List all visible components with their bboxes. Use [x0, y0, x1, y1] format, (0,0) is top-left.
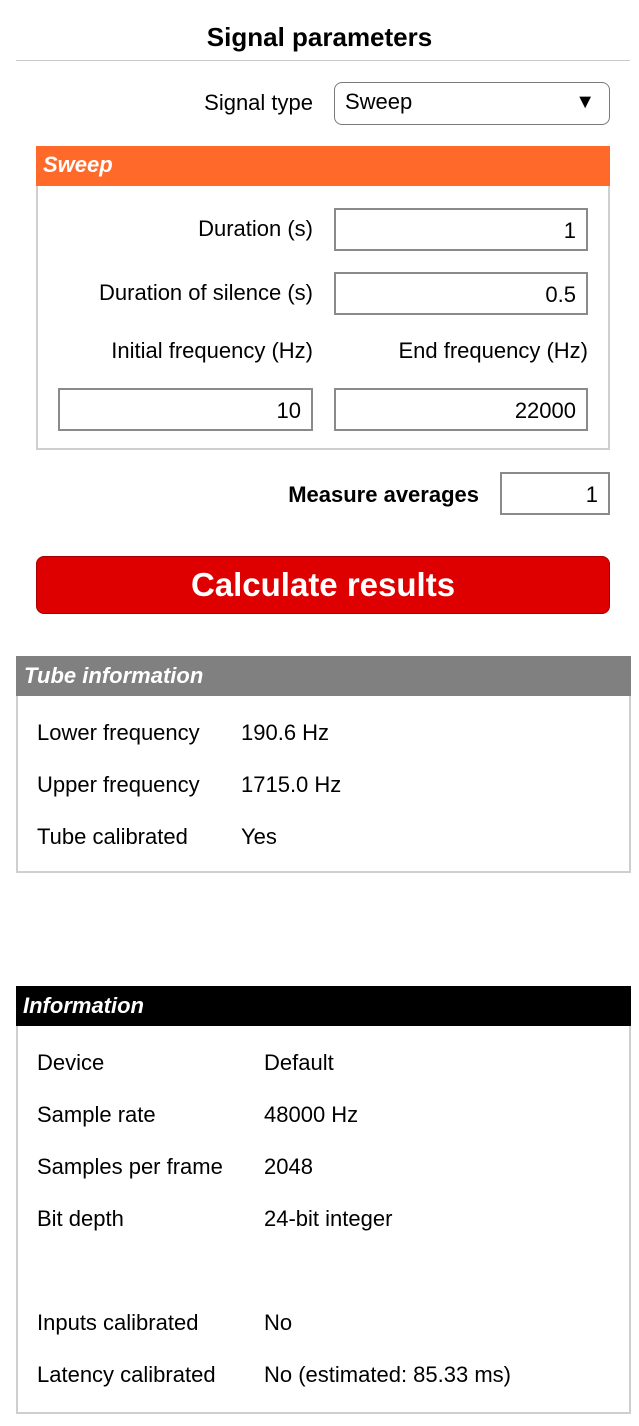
- signal-type-select[interactable]: Sweep ▼: [334, 82, 610, 125]
- info-sample-rate-label: Sample rate: [37, 1102, 156, 1127]
- silence-label: Duration of silence (s): [99, 280, 313, 305]
- duration-label: Duration (s): [198, 216, 313, 241]
- info-device-value: Default: [264, 1050, 334, 1075]
- info-bit-depth-value: 24-bit integer: [264, 1206, 393, 1231]
- page-title: Signal parameters: [206, 22, 433, 52]
- initial-frequency-input[interactable]: 10: [58, 388, 313, 431]
- info-inputs-calibrated-label: Inputs calibrated: [37, 1310, 199, 1335]
- info-samples-per-frame-label: Samples per frame: [37, 1154, 223, 1179]
- info-bit-depth-label: Bit depth: [37, 1206, 124, 1231]
- info-latency-calibrated-value: No (estimated: 85.33 ms): [264, 1362, 511, 1387]
- dropdown-arrow-icon: ▼: [575, 91, 595, 113]
- measure-averages-input[interactable]: 1: [500, 472, 610, 515]
- tube-lower-frequency-label: Lower frequency: [37, 720, 200, 745]
- info-samples-per-frame-value: 2048: [264, 1154, 313, 1179]
- tube-lower-frequency-value: 190.6 Hz: [241, 720, 330, 745]
- signal-type-value: Sweep: [345, 89, 413, 114]
- sweep-panel-header: Sweep: [36, 146, 610, 186]
- calculate-results-button[interactable]: Calculate results: [36, 556, 610, 614]
- info-device-label: Device: [37, 1050, 105, 1075]
- silence-input[interactable]: 0.5: [334, 272, 588, 315]
- info-sample-rate-value: 48000 Hz: [264, 1102, 359, 1127]
- tube-upper-frequency-label: Upper frequency: [37, 772, 200, 797]
- title-divider: [16, 60, 630, 61]
- signal-type-label: Signal type: [204, 90, 313, 115]
- measure-averages-label: Measure averages: [288, 482, 479, 507]
- tube-calibrated-value: Yes: [241, 824, 277, 849]
- tube-calibrated-label: Tube calibrated: [37, 824, 188, 849]
- information-header: Information: [16, 986, 631, 1026]
- end-frequency-label: End frequency (Hz): [398, 338, 588, 363]
- initial-frequency-label: Initial frequency (Hz): [111, 338, 313, 363]
- tube-upper-frequency-value: 1715.0 Hz: [241, 772, 342, 797]
- end-frequency-input[interactable]: 22000: [334, 388, 588, 431]
- info-latency-calibrated-label: Latency calibrated: [37, 1362, 216, 1387]
- info-inputs-calibrated-value: No: [264, 1310, 293, 1335]
- duration-input[interactable]: 1: [334, 208, 588, 251]
- tube-info-header: Tube information: [16, 656, 631, 696]
